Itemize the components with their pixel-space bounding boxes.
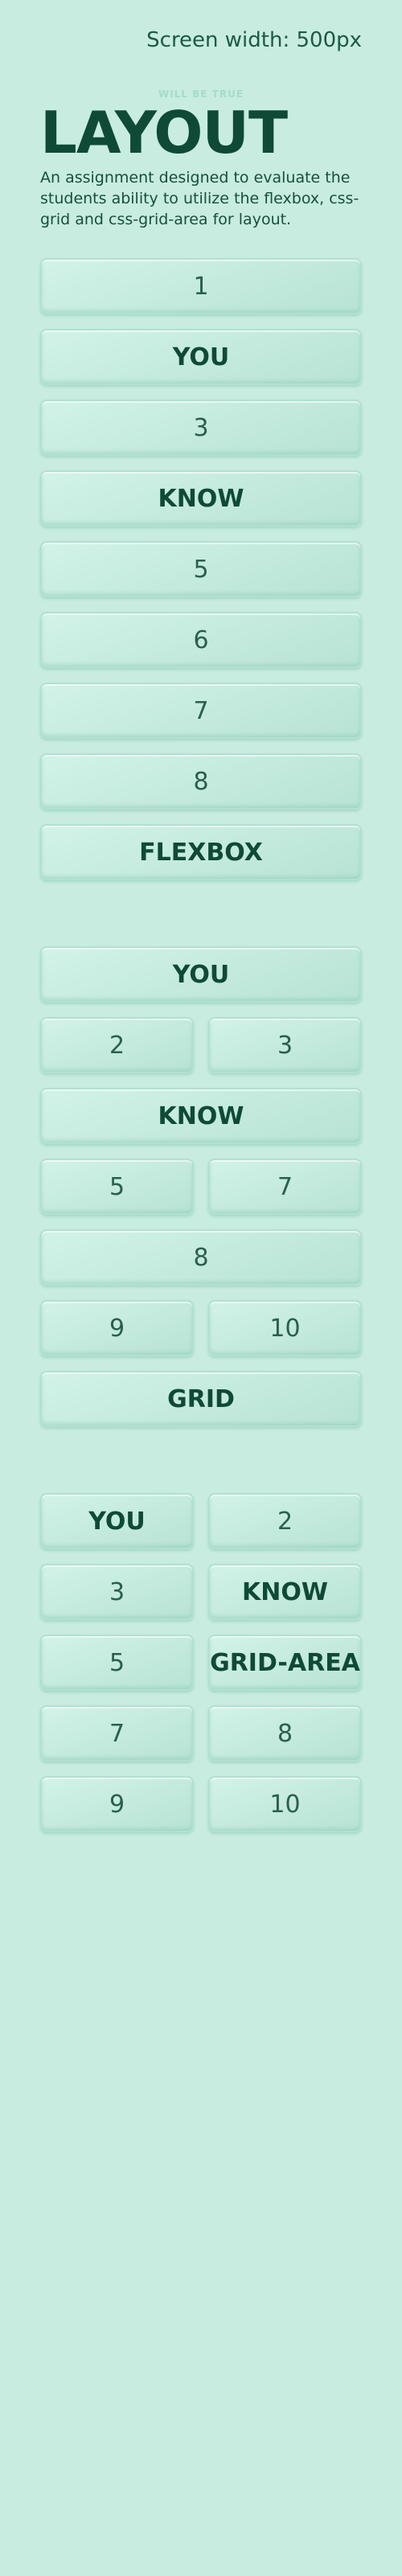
grid-box-10: GRID <box>40 1371 362 1427</box>
grid-box-5: 5 <box>40 1159 194 1215</box>
grid-box-1: YOU <box>40 946 362 1003</box>
flex-box-9: FLEXBOX <box>40 824 362 880</box>
grid-area-box-3: 3 <box>40 1564 194 1620</box>
grid-area-section: YOU 2 3 KNOW 5 GRID-AREA 7 8 9 10 <box>40 1493 362 1832</box>
page-container: Screen width: 500px WILL BE TRUE LAYOUT … <box>40 0 362 1832</box>
screen-width-label: Screen width: 500px <box>146 28 362 52</box>
grid-box-7: 8 <box>40 1229 362 1286</box>
flex-box-5: 5 <box>40 541 362 597</box>
flexbox-section: 1 YOU 3 KNOW 5 6 7 8 FLEXBOX <box>40 258 362 880</box>
grid-box-8: 9 <box>40 1300 194 1356</box>
grid-area-box-8: 8 <box>208 1705 362 1762</box>
grid-box-9: 10 <box>208 1300 362 1356</box>
grid-area-box-2: 2 <box>208 1493 362 1549</box>
grid-area-box-10: 10 <box>208 1776 362 1832</box>
flex-box-7: 7 <box>40 683 362 739</box>
grid-area-box-7: 7 <box>40 1705 194 1762</box>
flex-box-1: 1 <box>40 258 362 314</box>
flex-box-6: 6 <box>40 612 362 668</box>
grid-section: YOU 2 3 KNOW 5 7 8 9 10 GRID <box>40 946 362 1427</box>
flex-box-3: 3 <box>40 400 362 456</box>
grid-box-2: 2 <box>40 1017 194 1073</box>
grid-box-4: KNOW <box>40 1088 362 1144</box>
grid-box-6: 7 <box>208 1159 362 1215</box>
grid-area-box-5: 5 <box>40 1635 194 1691</box>
grid-area-box-1: YOU <box>40 1493 194 1549</box>
grid-area-box-6: GRID-AREA <box>208 1635 362 1691</box>
grid-box-3: 3 <box>208 1017 362 1073</box>
grid-area-box-9: 9 <box>40 1776 194 1832</box>
page-description: An assignment designed to evaluate the s… <box>40 169 359 228</box>
flex-box-8: 8 <box>40 753 362 810</box>
flex-box-2: YOU <box>40 329 362 385</box>
flex-box-4: KNOW <box>40 470 362 527</box>
grid-area-box-4: KNOW <box>208 1564 362 1620</box>
page-title: LAYOUT <box>40 99 288 166</box>
